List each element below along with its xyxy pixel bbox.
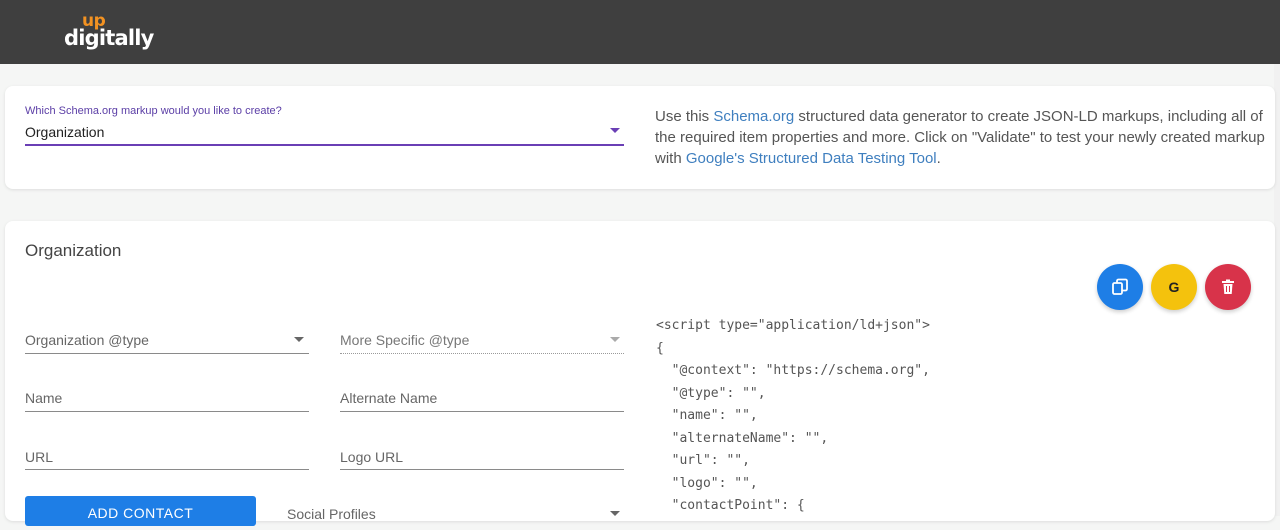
chevron-down-icon[interactable] <box>610 511 620 516</box>
form-title: Organization <box>25 241 122 260</box>
code-line: "contactPoint": { <box>656 498 805 513</box>
name-underline <box>25 411 309 412</box>
url-underline <box>25 469 309 470</box>
chevron-down-icon[interactable] <box>294 337 304 342</box>
organization-type-underline <box>25 353 309 354</box>
validate-google-button[interactable]: G <box>1151 264 1197 310</box>
code-line: <script type="application/ld+json"> <box>656 318 930 333</box>
copy-icon <box>1112 278 1128 295</box>
google-g-label: G <box>1168 279 1180 295</box>
updigitally-logo[interactable]: up digitally <box>64 12 154 52</box>
code-line: "url": "", <box>656 453 750 468</box>
social-profiles-select[interactable]: Social Profiles <box>287 506 376 522</box>
logo-word-text: digitally <box>64 26 154 50</box>
code-line: "alternateName": "", <box>656 430 829 446</box>
alternate-name-input[interactable]: Alternate Name <box>340 390 437 406</box>
json-ld-code[interactable]: <script type="application/ld+json"> { "@… <box>656 315 930 518</box>
testing-tool-link[interactable]: Google's Structured Data Testing Tool <box>686 150 937 167</box>
logo-url-underline <box>340 469 624 470</box>
trash-icon <box>1222 279 1234 294</box>
top-bar: up digitally <box>0 0 1280 64</box>
logo-url-input[interactable]: Logo URL <box>340 449 403 465</box>
organization-form-card <box>5 221 1275 521</box>
code-line: "@type": "", <box>656 385 766 401</box>
add-contact-button[interactable]: ADD CONTACT <box>25 496 256 526</box>
delete-button[interactable] <box>1205 264 1251 310</box>
url-input[interactable]: URL <box>25 449 53 465</box>
schema-select-underline <box>25 144 624 146</box>
schema-select-label: Which Schema.org markup would you like t… <box>25 105 282 117</box>
more-specific-type-select[interactable]: More Specific @type <box>340 332 469 348</box>
code-line: "logo": "", <box>656 475 758 491</box>
name-input[interactable]: Name <box>25 390 62 406</box>
chevron-down-icon[interactable] <box>610 337 620 342</box>
organization-type-select[interactable]: Organization @type <box>25 332 149 348</box>
schema-select[interactable]: Organization <box>25 124 104 140</box>
copy-button[interactable] <box>1097 264 1143 310</box>
alternate-name-underline <box>340 411 624 412</box>
more-specific-type-underline <box>340 353 624 354</box>
code-line: { <box>656 340 664 356</box>
code-line: "@context": "https://schema.org", <box>656 363 930 378</box>
chevron-down-icon[interactable] <box>610 128 620 133</box>
code-line: "name": "", <box>656 408 758 423</box>
schema-org-link[interactable]: Schema.org <box>713 108 794 125</box>
generator-description: Use this Schema.org structured data gene… <box>655 108 1265 167</box>
